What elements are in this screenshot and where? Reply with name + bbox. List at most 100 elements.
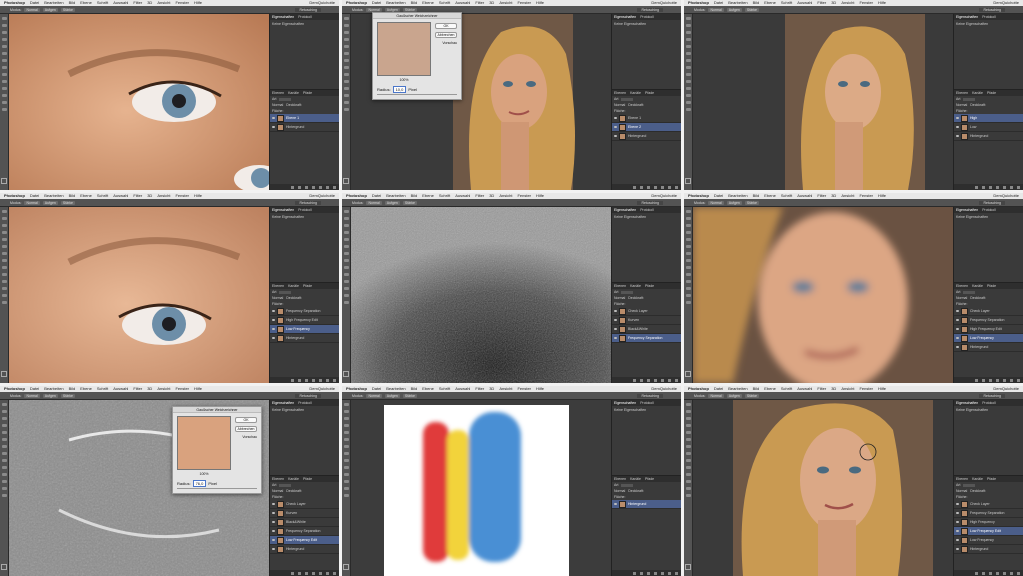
gradient-tool-icon[interactable] xyxy=(1,266,7,269)
tab-protokoll[interactable]: Protokoll xyxy=(982,400,996,406)
tab-kanaele[interactable]: Kanäle xyxy=(288,283,299,289)
mask-icon[interactable] xyxy=(305,571,308,575)
tab-eigenschaften[interactable]: Eigenschaften xyxy=(956,207,978,213)
tab-kanaele[interactable]: Kanäle xyxy=(288,90,299,96)
ok-button[interactable]: OK xyxy=(435,23,457,29)
pen-tool-icon[interactable] xyxy=(1,280,7,283)
tab-kanaele[interactable]: Kanäle xyxy=(972,476,983,482)
crop-tool-icon[interactable] xyxy=(1,231,7,234)
crop-tool-icon[interactable] xyxy=(685,231,691,234)
move-tool-icon[interactable] xyxy=(685,17,691,20)
type-tool-icon[interactable] xyxy=(343,480,349,483)
adjustment-icon[interactable] xyxy=(996,378,999,382)
zoom-tool-icon[interactable] xyxy=(1,108,7,111)
visibility-eye-icon[interactable] xyxy=(956,319,959,321)
healing-tool-icon[interactable] xyxy=(685,45,691,48)
dodge-tool-icon[interactable] xyxy=(343,80,349,83)
dodge-tool-icon[interactable] xyxy=(685,80,691,83)
adjustment-icon[interactable] xyxy=(654,185,657,189)
zoom-tool-icon[interactable] xyxy=(343,108,349,111)
brush-tool-icon[interactable] xyxy=(343,438,349,441)
link-icon[interactable] xyxy=(975,185,978,189)
gradient-tool-icon[interactable] xyxy=(343,266,349,269)
move-tool-icon[interactable] xyxy=(1,403,7,406)
visibility-eye-icon[interactable] xyxy=(956,512,959,514)
layer-row[interactable]: Black&White xyxy=(612,325,681,334)
healing-tool-icon[interactable] xyxy=(1,45,7,48)
eraser-tool-icon[interactable] xyxy=(1,259,7,262)
option-staerke[interactable]: Stärke xyxy=(402,200,417,205)
pen-tool-icon[interactable] xyxy=(343,87,349,90)
new-layer-icon[interactable] xyxy=(1010,378,1013,382)
eraser-tool-icon[interactable] xyxy=(343,66,349,69)
tab-protokoll[interactable]: Protokoll xyxy=(982,14,996,20)
adjustment-icon[interactable] xyxy=(996,571,999,575)
zoom-tool-icon[interactable] xyxy=(1,494,7,497)
gradient-tool-icon[interactable] xyxy=(1,73,7,76)
option-aufgen[interactable]: Aufgen xyxy=(726,393,742,398)
color-swatch-icon[interactable] xyxy=(1,371,7,377)
crop-tool-icon[interactable] xyxy=(1,424,7,427)
adjustment-icon[interactable] xyxy=(312,185,315,189)
option-staerke[interactable]: Stärke xyxy=(402,393,417,398)
layer-row[interactable]: Frequency Separation xyxy=(270,307,339,316)
crop-tool-icon[interactable] xyxy=(685,38,691,41)
fx-icon[interactable] xyxy=(298,378,301,382)
workspace-switcher[interactable]: Retusching xyxy=(979,7,1005,12)
tab-pfade[interactable]: Pfade xyxy=(987,476,996,482)
visibility-eye-icon[interactable] xyxy=(272,512,275,514)
pen-tool-icon[interactable] xyxy=(1,87,7,90)
type-tool-icon[interactable] xyxy=(343,287,349,290)
visibility-eye-icon[interactable] xyxy=(956,548,959,550)
fx-icon[interactable] xyxy=(640,571,643,575)
tab-eigenschaften[interactable]: Eigenschaften xyxy=(956,14,978,20)
brush-tool-icon[interactable] xyxy=(685,245,691,248)
filter-box[interactable] xyxy=(279,97,292,101)
mask-icon[interactable] xyxy=(989,185,992,189)
layer-row[interactable]: Hintergrund xyxy=(270,123,339,132)
eraser-tool-icon[interactable] xyxy=(343,452,349,455)
lasso-tool-icon[interactable] xyxy=(685,417,691,420)
layer-row[interactable]: Low Frequency xyxy=(954,536,1023,545)
tab-protokoll[interactable]: Protokoll xyxy=(298,400,312,406)
folder-icon[interactable] xyxy=(1003,378,1006,382)
fx-icon[interactable] xyxy=(982,185,985,189)
color-swatch-icon[interactable] xyxy=(343,564,349,570)
tab-eigenschaften[interactable]: Eigenschaften xyxy=(614,207,636,213)
trash-icon[interactable] xyxy=(1017,378,1020,382)
tab-ebenen[interactable]: Ebenen xyxy=(956,90,968,96)
blend-mode-select[interactable]: Normal xyxy=(614,489,625,493)
layer-row[interactable]: Low Frequency Edit xyxy=(270,536,339,545)
visibility-eye-icon[interactable] xyxy=(272,337,275,339)
modus-select[interactable]: Normal xyxy=(24,7,40,12)
move-tool-icon[interactable] xyxy=(343,210,349,213)
eraser-tool-icon[interactable] xyxy=(1,66,7,69)
layer-row[interactable]: Black&White xyxy=(270,518,339,527)
modus-select[interactable]: Normal xyxy=(708,200,724,205)
lasso-tool-icon[interactable] xyxy=(1,31,7,34)
layer-row[interactable]: Check Layer xyxy=(954,307,1023,316)
adjustment-icon[interactable] xyxy=(312,378,315,382)
filter-box[interactable] xyxy=(279,483,292,487)
healing-tool-icon[interactable] xyxy=(1,238,7,241)
marquee-tool-icon[interactable] xyxy=(1,410,7,413)
pen-tool-icon[interactable] xyxy=(343,473,349,476)
crop-tool-icon[interactable] xyxy=(1,38,7,41)
fx-icon[interactable] xyxy=(640,185,643,189)
marquee-tool-icon[interactable] xyxy=(1,24,7,27)
fx-icon[interactable] xyxy=(982,571,985,575)
new-layer-icon[interactable] xyxy=(326,185,329,189)
tab-pfade[interactable]: Pfade xyxy=(987,90,996,96)
hand-tool-icon[interactable] xyxy=(343,101,349,104)
tab-ebenen[interactable]: Ebenen xyxy=(272,476,284,482)
stamp-tool-icon[interactable] xyxy=(343,445,349,448)
visibility-eye-icon[interactable] xyxy=(956,135,959,137)
tab-eigenschaften[interactable]: Eigenschaften xyxy=(272,14,294,20)
modus-select[interactable]: Normal xyxy=(708,7,724,12)
layer-filter-label[interactable]: Art xyxy=(956,97,960,101)
tab-protokoll[interactable]: Protokoll xyxy=(982,207,996,213)
visibility-eye-icon[interactable] xyxy=(614,319,617,321)
hand-tool-icon[interactable] xyxy=(343,487,349,490)
layer-row[interactable]: Low Frequency xyxy=(270,325,339,334)
blend-mode-select[interactable]: Normal xyxy=(956,103,967,107)
